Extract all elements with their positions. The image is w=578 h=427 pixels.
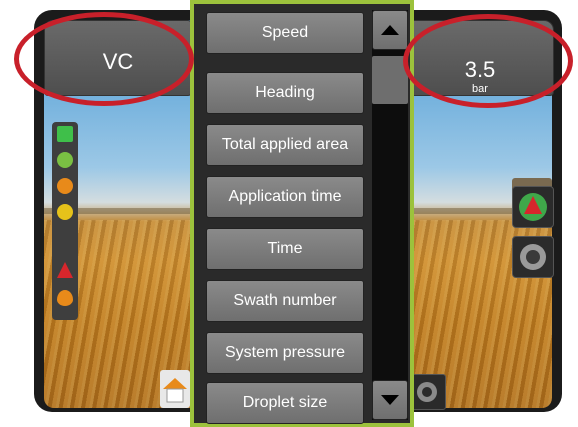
yellow-warning-icon[interactable] bbox=[57, 204, 73, 220]
scroll-up-button[interactable] bbox=[372, 10, 408, 50]
product-drop-icon[interactable] bbox=[57, 290, 73, 306]
guidance-arrow-icon[interactable] bbox=[512, 186, 554, 228]
applicator-icon[interactable] bbox=[57, 262, 73, 278]
data-selection-menu: Speed Heading Total applied area Applica… bbox=[190, 0, 414, 427]
menu-item-speed[interactable]: Speed bbox=[206, 12, 364, 54]
home-icon[interactable] bbox=[160, 370, 190, 408]
triangle-down-icon bbox=[381, 395, 399, 405]
menu-item-application-time[interactable]: Application time bbox=[206, 176, 364, 218]
tyre-icon[interactable] bbox=[512, 236, 554, 278]
auto-steer-icon[interactable] bbox=[57, 152, 73, 168]
triangle-up-icon bbox=[381, 25, 399, 35]
highlight-ellipse-right bbox=[403, 14, 573, 108]
menu-scrollbar[interactable] bbox=[372, 10, 408, 420]
scroll-down-button[interactable] bbox=[372, 380, 408, 420]
boom-sections-icon[interactable] bbox=[57, 126, 73, 142]
left-sidebar bbox=[52, 122, 78, 320]
highlight-ellipse-left bbox=[14, 12, 194, 106]
menu-item-system-pressure[interactable]: System pressure bbox=[206, 332, 364, 374]
orange-warning-icon[interactable] bbox=[57, 178, 73, 194]
menu-item-heading[interactable]: Heading bbox=[206, 72, 364, 114]
menu-item-droplet-size[interactable]: Droplet size bbox=[206, 382, 364, 424]
menu-item-time[interactable]: Time bbox=[206, 228, 364, 270]
menu-item-total-applied-area[interactable]: Total applied area bbox=[206, 124, 364, 166]
menu-item-swath-number[interactable]: Swath number bbox=[206, 280, 364, 322]
